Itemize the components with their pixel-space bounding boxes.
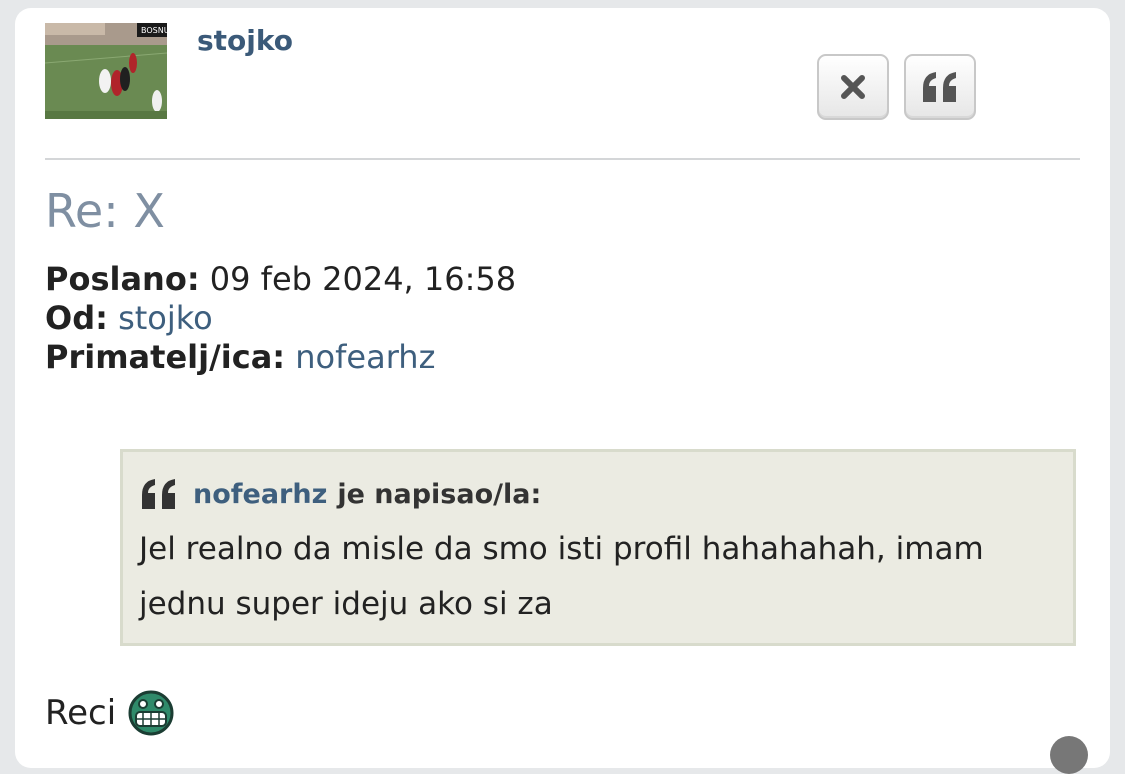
quote-button[interactable] — [904, 54, 976, 120]
quote-line-1: Jel realno da misle da smo isti profil h… — [139, 531, 984, 567]
avatar-image: BOSNU — [45, 23, 167, 119]
quote-text: Jel realno da misle da smo isti profil h… — [139, 522, 1057, 632]
author-username[interactable]: stojko — [197, 24, 293, 57]
quote-icon — [923, 72, 956, 102]
post-card: BOSNU stojko Re: X Poslano: 09 feb 2024,… — [15, 8, 1110, 768]
post-body-text: Reci — [45, 693, 117, 733]
to-row: Primatelj/ica: nofearhz — [45, 338, 516, 377]
quote-block: nofearhz je napisao/la: Jel realno da mi… — [120, 449, 1076, 646]
avatar[interactable]: BOSNU — [45, 23, 167, 119]
scroll-indicator[interactable] — [1050, 736, 1088, 774]
from-row: Od: stojko — [45, 299, 516, 338]
avatar-overlay-text: BOSNU — [141, 26, 167, 35]
header-divider — [45, 158, 1080, 160]
from-label: Od: — [45, 299, 108, 337]
delete-button[interactable] — [817, 54, 889, 120]
post-subject: Re: X — [45, 184, 165, 238]
quote-author-link[interactable]: nofearhz — [193, 479, 327, 510]
grin-smiley-icon — [128, 690, 174, 736]
quote-mark-icon — [139, 477, 179, 511]
to-label: Primatelj/ica: — [45, 338, 286, 376]
post-body: Reci — [45, 690, 174, 736]
post-meta: Poslano: 09 feb 2024, 16:58 Od: stojko P… — [45, 260, 516, 377]
quote-header: nofearhz je napisao/la: — [139, 474, 1057, 514]
close-icon — [841, 75, 865, 99]
from-user-link[interactable]: stojko — [118, 299, 213, 337]
sent-label: Poslano: — [45, 260, 200, 298]
quote-line-2: jednu super ideju ako si za — [139, 586, 553, 622]
quote-wrote-label: je napisao/la: — [337, 478, 542, 510]
sent-row: Poslano: 09 feb 2024, 16:58 — [45, 260, 516, 299]
to-user-link[interactable]: nofearhz — [295, 338, 435, 376]
sent-value: 09 feb 2024, 16:58 — [209, 260, 517, 298]
